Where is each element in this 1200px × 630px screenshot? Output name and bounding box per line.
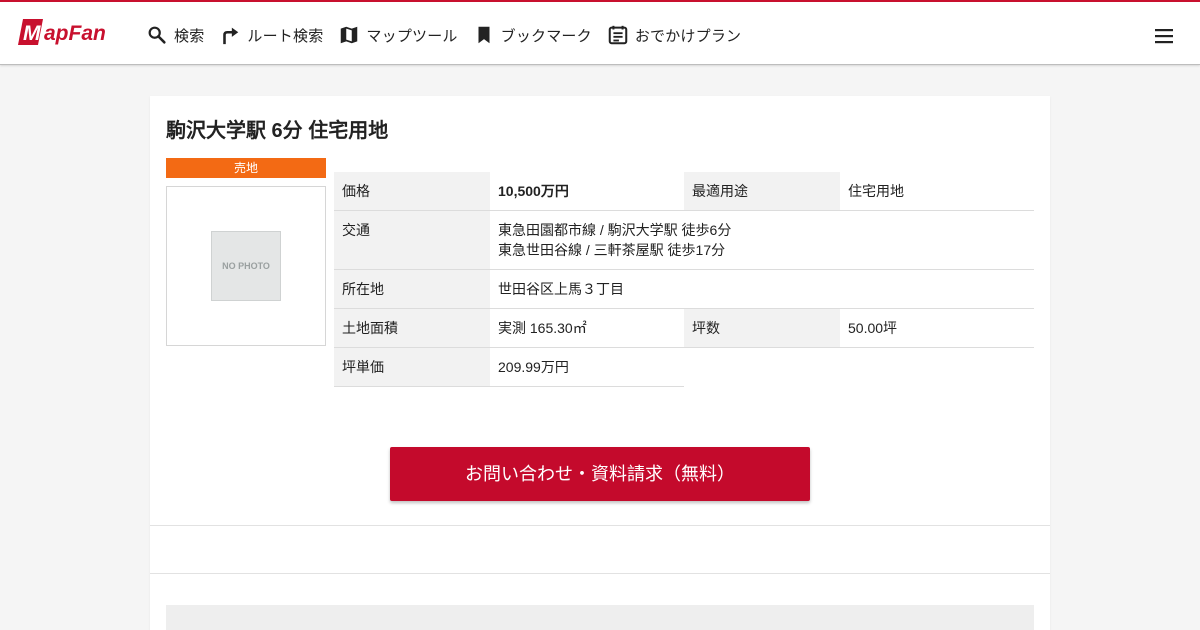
info-panel (166, 605, 1034, 630)
tsubo-value: 50.00坪 (840, 308, 1034, 348)
no-photo-placeholder: NO PHOTO (211, 231, 281, 301)
nav-bookmark-label: ブックマーク (500, 27, 592, 45)
access-label: 交通 (334, 210, 490, 270)
mapfan-logo[interactable]: M apFan (17, 17, 125, 47)
tsubo-price-label: 坪単価 (334, 347, 490, 387)
price-value: 10,500万円 (490, 172, 684, 211)
access-value: 東急田園都市線 / 駒沢大学駅 徒歩6分 東急世田谷線 / 三軒茶屋駅 徒歩17… (490, 210, 1034, 270)
table-row: 坪単価 209.99万円 (334, 347, 1034, 387)
map-icon (341, 26, 358, 44)
address-label: 所在地 (334, 269, 490, 309)
land-area-label: 土地面積 (334, 308, 490, 348)
main-nav: 検索 ルート検索 マップツール ブックマーク おでかけプラン (146, 21, 756, 49)
nav-outing-plan-label: おでかけプラン (634, 27, 742, 45)
hamburger-menu-icon[interactable] (1152, 24, 1176, 48)
price-label: 価格 (334, 172, 490, 211)
logo-text: apFan (44, 22, 106, 45)
tsubo-label: 坪数 (684, 308, 840, 348)
nav-route-search[interactable]: ルート検索 (219, 24, 323, 46)
property-title: 駒沢大学駅 6分 住宅用地 (166, 120, 389, 142)
calendar-icon (608, 25, 628, 45)
svg-text:M: M (23, 22, 41, 45)
address-value: 世田谷区上馬３丁目 (490, 269, 1034, 309)
route-icon (223, 27, 239, 45)
table-row: 所在地 世田谷区上馬３丁目 (334, 269, 1034, 309)
property-photo: NO PHOTO (166, 186, 326, 346)
bookmark-icon (478, 26, 490, 44)
section-divider (150, 525, 1050, 526)
nav-outing-plan[interactable]: おでかけプラン (607, 24, 741, 46)
nav-map-tools[interactable]: マップツール (338, 24, 457, 46)
section-divider (150, 573, 1050, 574)
inquiry-request-button[interactable]: お問い合わせ・資料請求（無料） (390, 447, 810, 501)
best-use-label: 最適用途 (684, 172, 840, 211)
table-row: 土地面積 実測 165.30㎡ 坪数 50.00坪 (334, 308, 1034, 348)
empty-cell (840, 348, 1034, 387)
top-navigation-bar: M apFan 検索 ルート検索 マップツール ブックマーク おでかけプラン (0, 0, 1200, 65)
property-type-badge: 売地 (166, 158, 326, 178)
access-line: 東急世田谷線 / 三軒茶屋駅 徒歩17分 (498, 242, 726, 258)
access-line: 東急田園都市線 / 駒沢大学駅 徒歩6分 (498, 222, 732, 238)
empty-cell (684, 348, 840, 387)
nav-bookmark[interactable]: ブックマーク (473, 24, 592, 46)
best-use-value: 住宅用地 (840, 172, 1034, 211)
nav-route-label: ルート検索 (247, 27, 324, 45)
tsubo-price-value: 209.99万円 (490, 347, 684, 387)
table-row: 価格 10,500万円 最適用途 住宅用地 (334, 172, 1034, 211)
search-icon (148, 26, 166, 44)
property-details-table: 価格 10,500万円 最適用途 住宅用地 交通 東急田園都市線 / 駒沢大学駅… (334, 172, 1034, 387)
property-card: 駒沢大学駅 6分 住宅用地 売地 NO PHOTO 価格 10,500万円 最適… (150, 96, 1050, 630)
nav-search[interactable]: 検索 (146, 24, 204, 46)
land-area-value: 実測 165.30㎡ (490, 308, 684, 348)
table-row: 交通 東急田園都市線 / 駒沢大学駅 徒歩6分 東急世田谷線 / 三軒茶屋駅 徒… (334, 210, 1034, 270)
nav-search-label: 検索 (174, 27, 205, 45)
nav-map-tools-label: マップツール (366, 27, 458, 45)
